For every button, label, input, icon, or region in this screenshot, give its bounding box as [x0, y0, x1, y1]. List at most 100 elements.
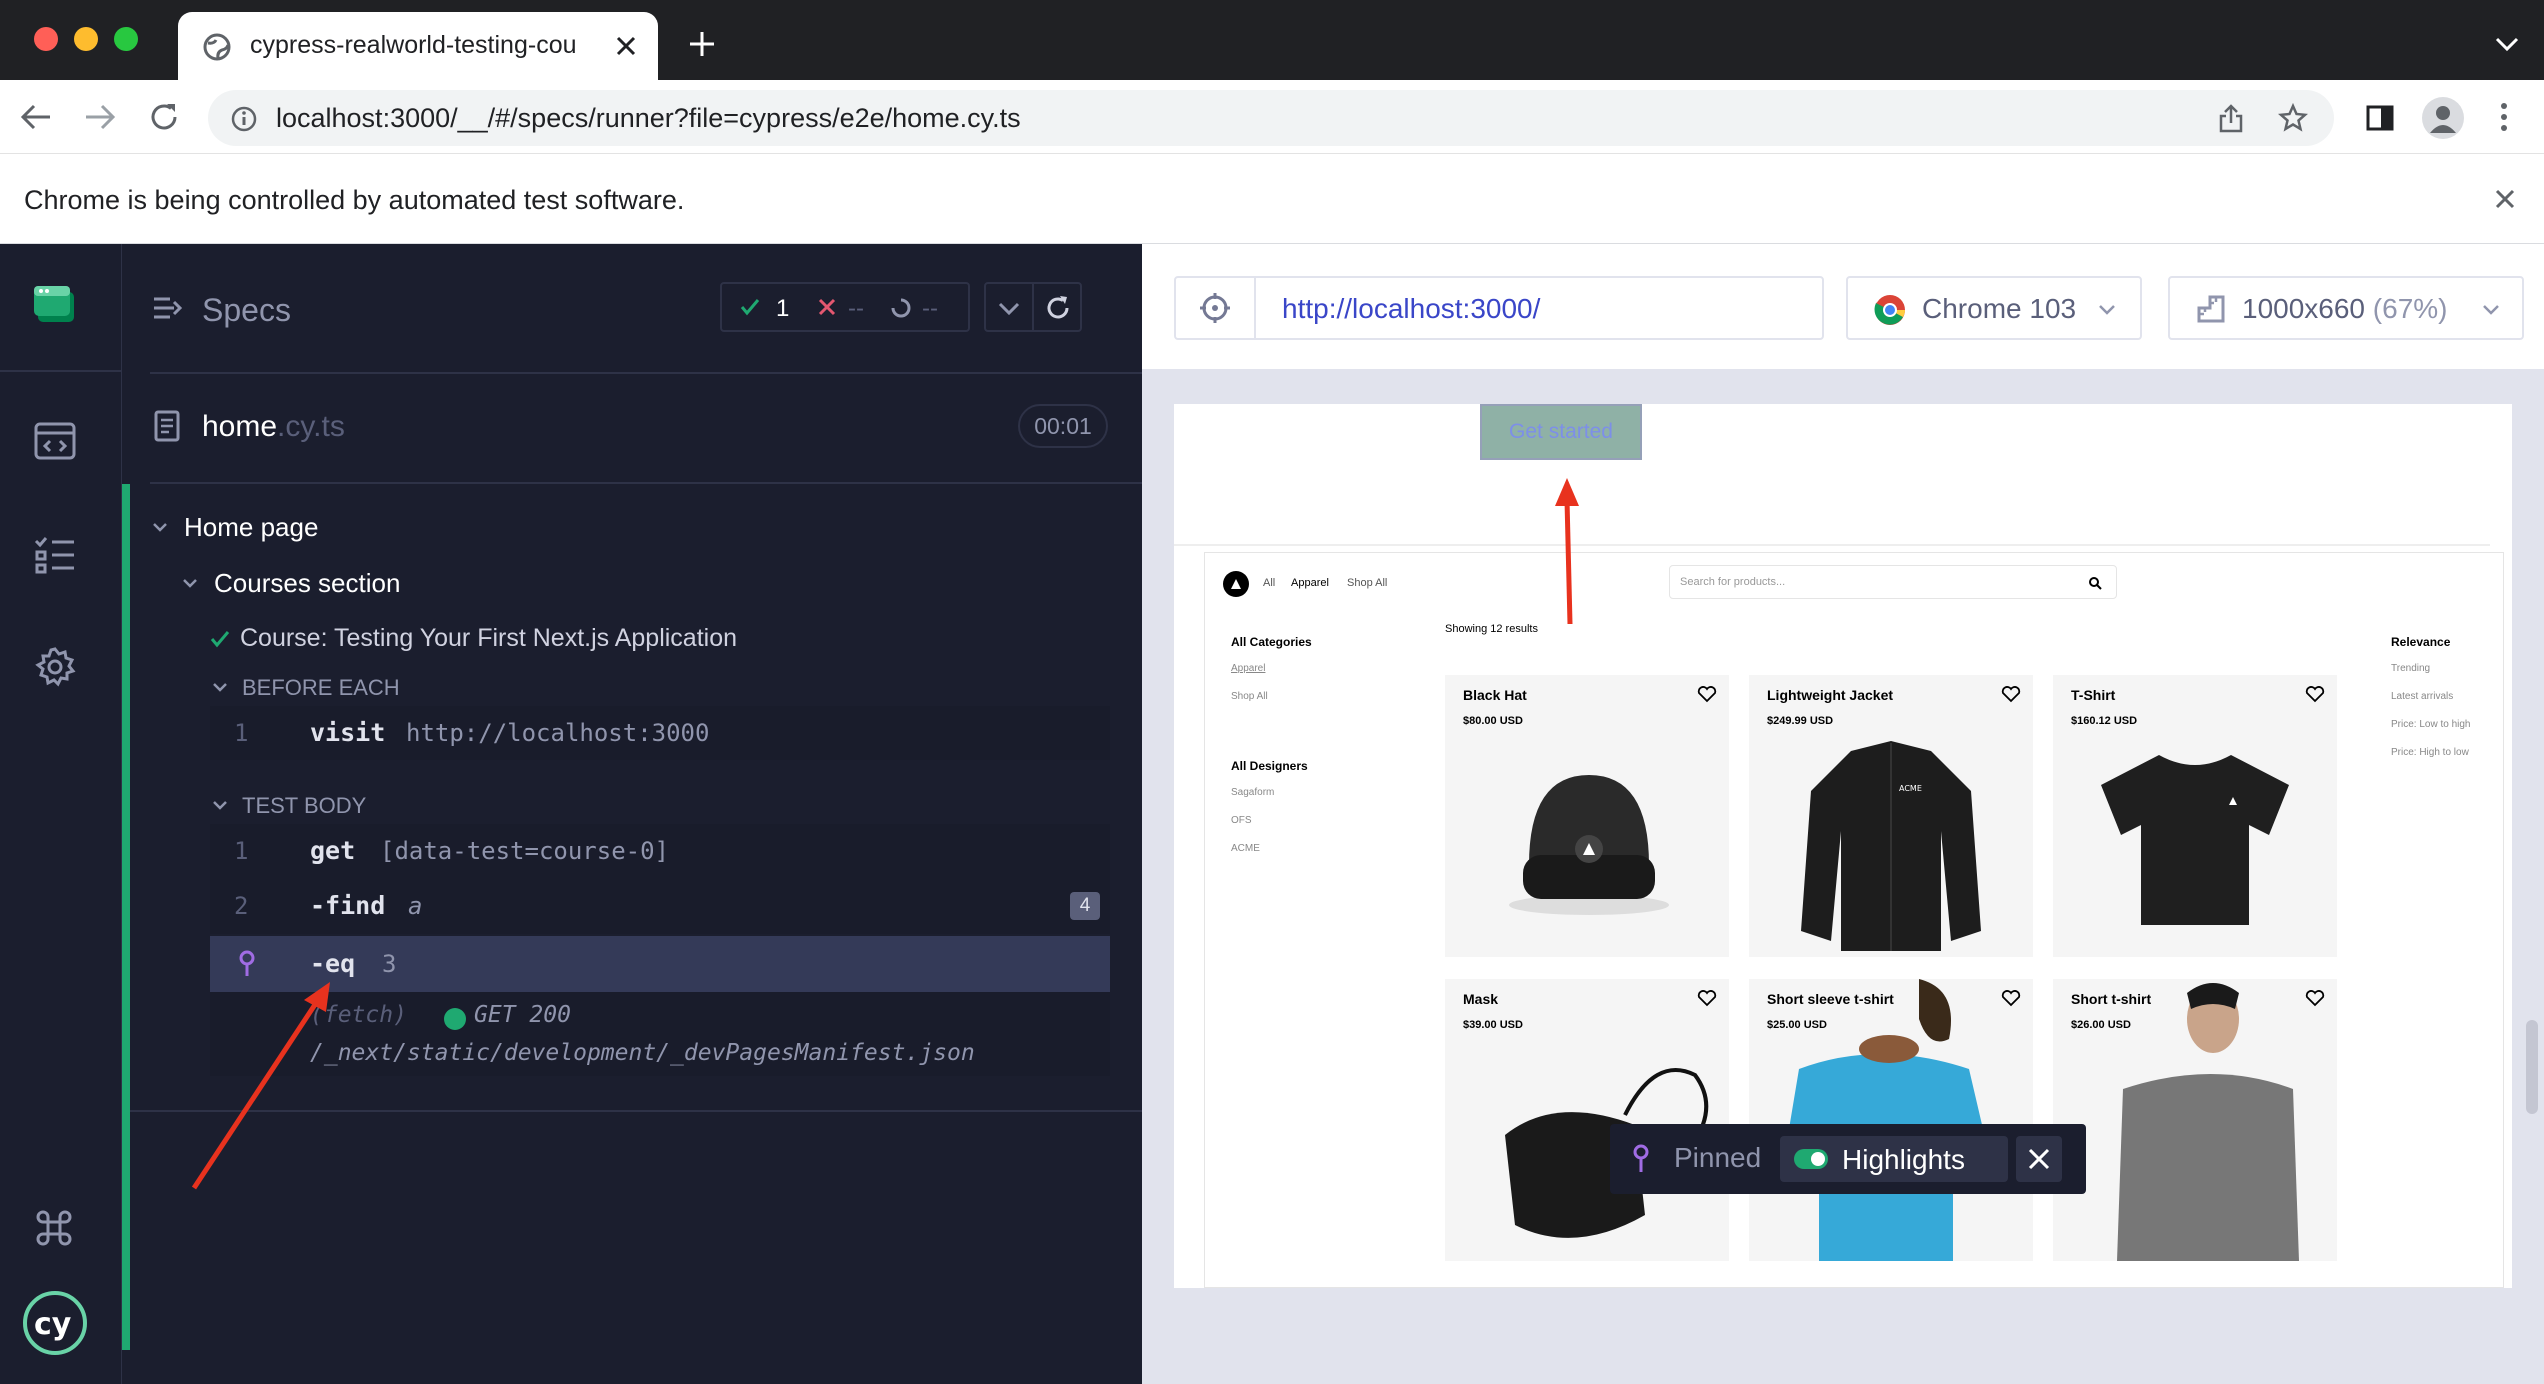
- category-shop-all[interactable]: Shop All: [1231, 691, 1268, 702]
- product-card[interactable]: Black Hat $80.00 USD: [1445, 675, 1729, 957]
- store-logo-icon[interactable]: [1223, 571, 1249, 597]
- product-card[interactable]: Lightweight Jacket $249.99 USD ACME: [1749, 675, 2033, 957]
- highlights-toggle[interactable]: Highlights: [1780, 1136, 2008, 1182]
- close-window-button[interactable]: [34, 27, 58, 51]
- bookmark-star-icon[interactable]: [2278, 103, 2308, 133]
- browser-selector[interactable]: Chrome 103: [1846, 276, 2142, 340]
- chevron-down-icon: [2098, 304, 2116, 316]
- get-started-button[interactable]: Get started: [1480, 404, 1642, 460]
- beanie-image: [1499, 745, 1679, 925]
- zoom-window-button[interactable]: [114, 27, 138, 51]
- product-card[interactable]: Short sleeve t-shirt $25.00 USD: [1749, 979, 2033, 1261]
- chrome-menu-icon[interactable]: [2500, 101, 2508, 133]
- designer-acme[interactable]: ACME: [1231, 843, 1260, 854]
- automation-infobar: Chrome is being controlled by automated …: [0, 154, 2544, 244]
- before-each-hook[interactable]: BEFORE EACH: [212, 670, 612, 704]
- keyboard-shortcuts-icon[interactable]: [36, 1210, 72, 1246]
- command-row-fetch[interactable]: (fetch) GET 200 /_next/static/developmen…: [210, 992, 1110, 1076]
- sort-low-high[interactable]: Price: Low to high: [2391, 719, 2471, 730]
- aut-url-bar: http://localhost:3000/: [1174, 276, 1824, 340]
- product-price: $160.12 USD: [2071, 715, 2138, 727]
- selector-playground-button[interactable]: [1176, 278, 1256, 338]
- heart-icon[interactable]: [2305, 685, 2325, 703]
- command-row-visit[interactable]: 1 visit http://localhost:3000: [210, 706, 1110, 760]
- tab-search-chevron-icon[interactable]: [2494, 36, 2520, 52]
- new-tab-icon[interactable]: [688, 30, 716, 58]
- browser-toolbar: localhost:3000/__/#/specs/runner?file=cy…: [0, 80, 2544, 154]
- pinned-highlights-bar: Pinned Highlights: [1610, 1124, 2086, 1194]
- pending-count: --: [922, 295, 938, 322]
- command-number: 2: [234, 892, 249, 920]
- back-arrow-icon[interactable]: [20, 102, 52, 132]
- tshirt-image: [2089, 745, 2301, 935]
- heart-icon[interactable]: [2305, 989, 2325, 1007]
- heart-icon[interactable]: [1697, 685, 1717, 703]
- site-info-icon[interactable]: [230, 105, 258, 133]
- store-nav-apparel[interactable]: Apparel: [1291, 577, 1329, 589]
- unpin-close-button[interactable]: [2016, 1136, 2062, 1182]
- specs-nav-icon[interactable]: [34, 422, 76, 460]
- product-price: $80.00 USD: [1463, 715, 1523, 727]
- chevron-down-icon: [182, 578, 198, 588]
- stats-box: 1 -- --: [720, 282, 970, 332]
- store-nav-shop-all[interactable]: Shop All: [1347, 577, 1387, 589]
- sort-high-low[interactable]: Price: High to low: [2391, 747, 2469, 758]
- spec-duration: 00:01: [1018, 404, 1108, 448]
- product-card[interactable]: Mask $39.00 USD: [1445, 979, 1729, 1261]
- test-body-hook[interactable]: TEST BODY: [212, 788, 612, 822]
- cypress-logo-icon[interactable]: cy: [22, 1290, 88, 1356]
- settings-gear-icon[interactable]: [34, 646, 76, 688]
- store-search-input[interactable]: Search for products...: [1669, 565, 2117, 599]
- spec-filename: home.cy.ts: [202, 410, 345, 444]
- command-number: 1: [234, 837, 249, 865]
- heart-icon[interactable]: [1697, 989, 1717, 1007]
- pin-icon[interactable]: [238, 950, 256, 978]
- reload-icon[interactable]: [148, 101, 180, 133]
- chevron-down-icon: [152, 522, 168, 532]
- chrome-logo-icon: [1874, 294, 1906, 326]
- profile-avatar[interactable]: [2422, 97, 2464, 139]
- suite-home-page[interactable]: Home page: [152, 508, 1112, 546]
- sort-latest[interactable]: Latest arrivals: [2391, 691, 2453, 702]
- toggle-switch[interactable]: [1794, 1149, 1828, 1169]
- designer-ofs[interactable]: OFS: [1231, 815, 1252, 826]
- pin-icon: [1632, 1144, 1650, 1174]
- infobar-close-icon[interactable]: [2494, 188, 2516, 210]
- rerun-button[interactable]: [1032, 282, 1082, 332]
- specs-list-icon[interactable]: [152, 296, 182, 320]
- ruler-icon: [2196, 294, 2226, 324]
- heart-icon[interactable]: [2001, 685, 2021, 703]
- aut-scrollbar[interactable]: [2526, 1020, 2538, 1114]
- command-row-get[interactable]: 1 get [data-test=course-0]: [210, 824, 1110, 878]
- aut-url[interactable]: http://localhost:3000/: [1282, 293, 1540, 325]
- designer-sagaform[interactable]: Sagaform: [1231, 787, 1274, 798]
- store-nav-all[interactable]: All: [1263, 577, 1275, 589]
- command-row-eq-pinned[interactable]: -eq 3: [210, 936, 1110, 992]
- test-item[interactable]: Course: Testing Your First Next.js Appli…: [210, 620, 1110, 658]
- cypress-reporter: Specs 1 -- -- home.cy.ts 00:01 Home page…: [122, 244, 1142, 1384]
- product-card[interactable]: Short t-shirt $26.00 USD: [2053, 979, 2337, 1261]
- element-count-badge: 4: [1070, 892, 1100, 920]
- sort-trending[interactable]: Trending: [2391, 663, 2430, 674]
- viewport-dimensions: 1000x660: [2242, 293, 2366, 324]
- command-row-find[interactable]: 2 -find a 4: [210, 878, 1110, 934]
- fetch-label: (fetch): [310, 1002, 407, 1028]
- minimize-window-button[interactable]: [74, 27, 98, 51]
- test-body-label: TEST BODY: [242, 793, 367, 818]
- forward-arrow-icon[interactable]: [84, 102, 116, 132]
- crosshair-icon: [1199, 292, 1231, 324]
- collapse-toggle-button[interactable]: [984, 282, 1034, 332]
- runs-nav-icon[interactable]: [34, 536, 76, 574]
- category-apparel[interactable]: Apparel: [1231, 663, 1265, 674]
- close-tab-icon[interactable]: [614, 34, 638, 58]
- browser-tab[interactable]: cypress-realworld-testing-cou: [178, 12, 658, 80]
- address-bar[interactable]: localhost:3000/__/#/specs/runner?file=cy…: [208, 90, 2334, 146]
- specs-label: Specs: [202, 292, 291, 328]
- viewport-selector[interactable]: 1000x660 (67%): [2168, 276, 2524, 340]
- share-icon[interactable]: [2218, 103, 2244, 133]
- suite-courses-section[interactable]: Courses section: [182, 564, 1112, 602]
- command-arg: http://localhost:3000: [406, 719, 710, 747]
- product-card[interactable]: T-Shirt $160.12 USD: [2053, 675, 2337, 957]
- side-panel-icon[interactable]: [2366, 104, 2394, 132]
- cypress-project-icon[interactable]: [32, 284, 76, 324]
